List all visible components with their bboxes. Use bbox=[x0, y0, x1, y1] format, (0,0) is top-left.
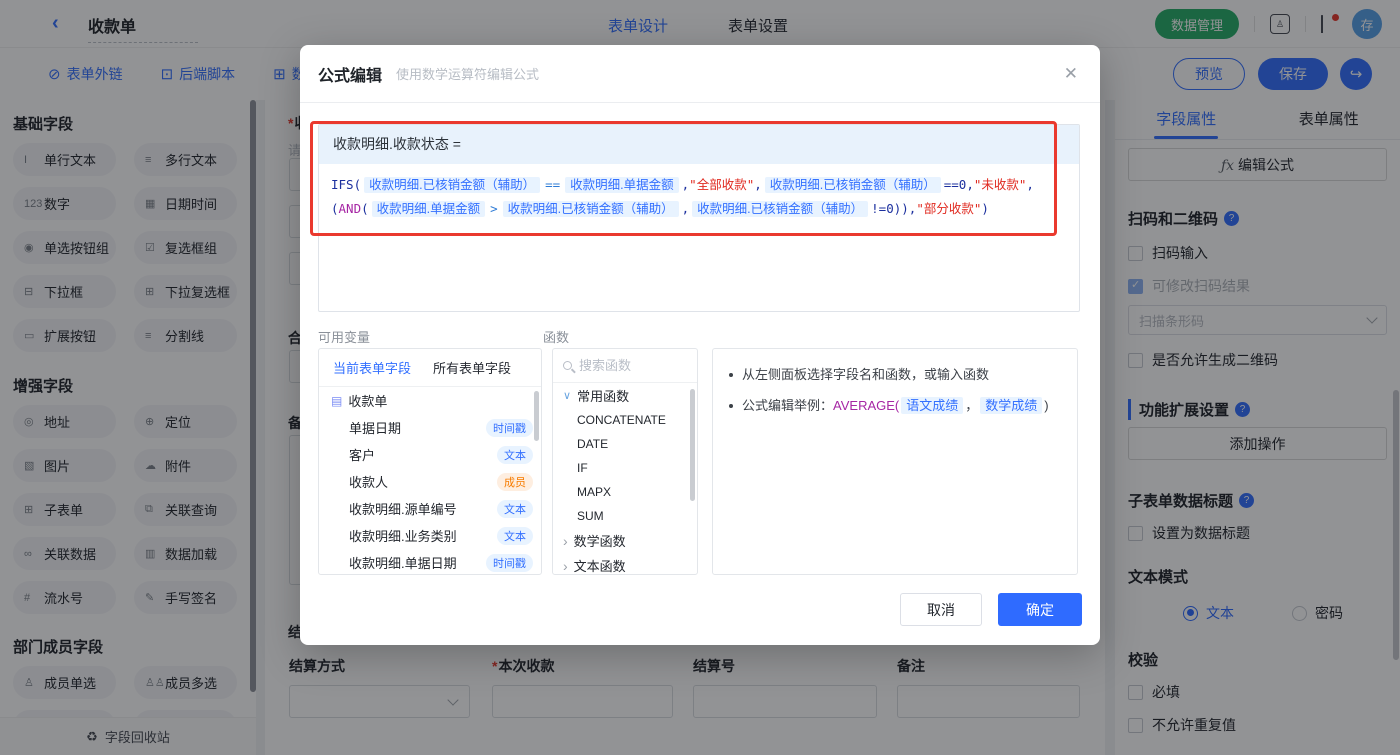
tab-all-form-fields[interactable]: 所有表单字段 bbox=[433, 358, 511, 377]
functions-label: 函数 bbox=[543, 327, 569, 346]
variables-label: 可用变量 bbox=[318, 327, 370, 346]
variables-panel: 当前表单字段 所有表单字段 ▤ 收款单 单据日期 时间戳 客户 文本 收款人 bbox=[318, 348, 542, 575]
formula-line-1: IFS(收款明细.已核销金额（辅助）==收款明细.单据金额,"全部收款",收款明… bbox=[331, 173, 1067, 197]
variable-item[interactable]: 单据日期 时间戳 bbox=[319, 414, 541, 441]
formula-token-op: > bbox=[488, 201, 500, 216]
variable-name: 收款明细.单据日期 bbox=[349, 553, 457, 572]
variable-item[interactable]: 收款明细.单据日期 时间戳 bbox=[319, 549, 541, 575]
variable-item[interactable]: 收款人 成员 bbox=[319, 468, 541, 495]
variable-item[interactable]: 客户 文本 bbox=[319, 441, 541, 468]
formula-line-2: (AND(收款明细.单据金额>收款明细.已核销金额（辅助）,收款明细.已核销金额… bbox=[331, 197, 1067, 221]
formula-token-and: AND bbox=[339, 201, 362, 216]
formula-editor-modal: 公式编辑 使用数学运算符编辑公式 ✕ 收款明细.收款状态 = IFS(收款明细.… bbox=[300, 45, 1100, 645]
formula-token-kw: , bbox=[966, 177, 974, 192]
function-item[interactable]: CONCATENATE bbox=[553, 408, 697, 432]
modal-subtitle: 使用数学运算符编辑公式 bbox=[396, 64, 539, 83]
variable-item[interactable]: 收款明细.业务类别 文本 bbox=[319, 522, 541, 549]
function-item[interactable]: IF bbox=[553, 456, 697, 480]
formula-token-str: "未收款" bbox=[974, 177, 1027, 192]
variable-name: 客户 bbox=[349, 445, 375, 464]
formula-token-op: == bbox=[543, 177, 562, 192]
formula-target: 收款明细.收款状态 = bbox=[319, 125, 1079, 164]
formula-token-field: 收款明细.单据金额 bbox=[565, 177, 678, 193]
example-field-chip: 数学成绩 bbox=[980, 397, 1042, 414]
formula-token-kw: , bbox=[682, 201, 690, 216]
modal-header: 公式编辑 使用数学运算符编辑公式 ✕ bbox=[300, 45, 1100, 103]
function-item[interactable]: DATE bbox=[553, 432, 697, 456]
variable-type-badge: 时间戳 bbox=[486, 419, 533, 437]
function-list: CONCATENATEDATEIFMAPXSUM bbox=[553, 408, 697, 528]
example-function-name: AVERAGE( bbox=[833, 398, 899, 413]
variable-name: 收款明细.业务类别 bbox=[349, 526, 457, 545]
close-icon[interactable]: ✕ bbox=[1064, 64, 1078, 84]
formula-token-str: "全部收款" bbox=[689, 177, 754, 192]
functions-scrollbar[interactable] bbox=[690, 389, 695, 501]
formula-token-field: 收款明细.已核销金额（辅助） bbox=[364, 177, 540, 193]
variable-name: 收款明细.源单编号 bbox=[349, 499, 457, 518]
function-group-math[interactable]: › 数学函数 bbox=[553, 528, 697, 553]
formula-token-kw: !=0)) bbox=[871, 201, 909, 216]
variable-name: 单据日期 bbox=[349, 418, 401, 437]
modal-title: 公式编辑 bbox=[318, 62, 382, 86]
formula-token-kw: ==0 bbox=[944, 177, 967, 192]
search-icon bbox=[563, 361, 572, 370]
formula-token-str: "部分收款" bbox=[916, 201, 981, 216]
function-group-common[interactable]: ∨ 常用函数 bbox=[553, 383, 697, 408]
tab-current-form-fields[interactable]: 当前表单字段 bbox=[333, 358, 411, 377]
variables-root-node[interactable]: ▤ 收款单 bbox=[319, 387, 541, 414]
variable-type-badge: 时间戳 bbox=[486, 554, 533, 572]
function-search bbox=[553, 349, 697, 383]
variable-type-badge: 文本 bbox=[497, 527, 533, 545]
formula-token-kw: ) bbox=[981, 201, 989, 216]
confirm-button[interactable]: 确定 bbox=[998, 593, 1082, 626]
variable-name: 收款人 bbox=[349, 472, 388, 491]
variable-item[interactable]: 收款明细.源单编号 文本 bbox=[319, 495, 541, 522]
document-icon: ▤ bbox=[331, 394, 342, 408]
chevron-right-icon: › bbox=[563, 536, 568, 546]
variable-type-badge: 成员 bbox=[497, 473, 533, 491]
chevron-right-icon: › bbox=[563, 561, 568, 571]
functions-panel: ∨ 常用函数 CONCATENATEDATEIFMAPXSUM › 数学函数 ›… bbox=[552, 348, 698, 575]
tips-panel: 从左侧面板选择字段名和函数，或输入函数 公式编辑举例：AVERAGE(语文成绩，… bbox=[712, 348, 1078, 575]
function-group-text[interactable]: › 文本函数 bbox=[553, 553, 697, 575]
function-item[interactable]: MAPX bbox=[553, 480, 697, 504]
formula-token-field: 收款明细.已核销金额（辅助） bbox=[765, 177, 941, 193]
formula-token-field: 收款明细.单据金额 bbox=[372, 201, 485, 217]
formula-token-kw: , bbox=[754, 177, 762, 192]
app-window: ‹ 收款单 表单设计 表单设置 数据管理 ♙ 存 ⊘ 表单外链 bbox=[0, 0, 1400, 755]
formula-token-kw: IFS( bbox=[331, 177, 361, 192]
variables-tabs: 当前表单字段 所有表单字段 bbox=[319, 349, 541, 387]
cancel-button[interactable]: 取消 bbox=[900, 593, 982, 626]
formula-token-field: 收款明细.已核销金额（辅助） bbox=[503, 201, 679, 217]
variables-list: 单据日期 时间戳 客户 文本 收款人 成员 收款明细.源单编号 文本 收款明细.… bbox=[319, 414, 541, 575]
formula-token-field: 收款明细.已核销金额（辅助） bbox=[692, 201, 868, 217]
function-search-input[interactable] bbox=[579, 358, 669, 373]
variables-scrollbar[interactable] bbox=[534, 391, 539, 441]
formula-token-kw: ( bbox=[331, 201, 339, 216]
tip-line-2: 公式编辑举例：AVERAGE(语文成绩，数学成绩) bbox=[729, 393, 1061, 418]
example-field-chip: 语文成绩 bbox=[901, 397, 963, 414]
formula-token-kw: , bbox=[1026, 177, 1034, 192]
function-item[interactable]: SUM bbox=[553, 504, 697, 528]
formula-code[interactable]: IFS(收款明细.已核销金额（辅助）==收款明细.单据金额,"全部收款",收款明… bbox=[319, 164, 1079, 230]
formula-editor[interactable]: 收款明细.收款状态 = IFS(收款明细.已核销金额（辅助）==收款明细.单据金… bbox=[318, 124, 1080, 312]
tip-line-1: 从左侧面板选择字段名和函数，或输入函数 bbox=[729, 362, 1061, 387]
formula-token-kw: ( bbox=[361, 201, 369, 216]
variable-type-badge: 文本 bbox=[497, 446, 533, 464]
variable-type-badge: 文本 bbox=[497, 500, 533, 518]
chevron-down-icon: ∨ bbox=[563, 389, 571, 402]
